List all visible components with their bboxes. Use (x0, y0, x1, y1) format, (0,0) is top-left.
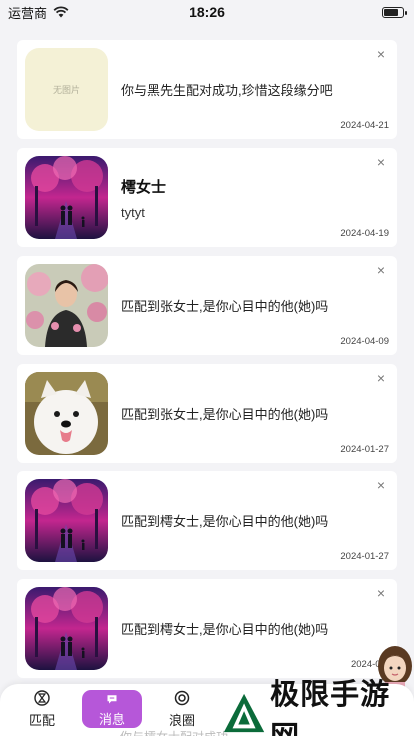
tab-circle[interactable]: 浪圈 (152, 690, 212, 730)
close-icon[interactable]: × (374, 47, 388, 61)
message-card[interactable]: 樗女士 tytyt 2024-04-19 × (17, 148, 397, 247)
message-date: 2024-04-09 (340, 336, 389, 347)
close-icon[interactable]: × (374, 155, 388, 169)
carrier-label: 运营商 (8, 5, 48, 21)
peek-message-text: 你与樗女士配对成功 (120, 728, 228, 736)
message-card[interactable]: 无图片 你与黑先生配对成功,珍惜这段缘分吧 2024-04-21 × (17, 40, 397, 139)
message-subtitle: tytyt (121, 204, 145, 220)
message-text: 你与黑先生配对成功,珍惜这段缘分吧 (121, 83, 333, 98)
status-bar: 运营商 18:26 (0, 0, 414, 24)
tab-label: 浪圈 (168, 713, 195, 728)
placeholder-label: 无图片 (52, 85, 80, 95)
woman-photo-thumbnail (25, 264, 108, 347)
message-card[interactable]: 匹配到张女士,是你心目中的他(她)吗 2024-04-09 × (17, 256, 397, 355)
close-icon[interactable]: × (374, 371, 388, 385)
image-placeholder: 无图片 (25, 48, 108, 131)
close-icon[interactable]: × (374, 586, 388, 600)
tab-label: 匹配 (28, 713, 55, 728)
message-text: 匹配到樗女士,是你心目中的他(她)吗 (121, 622, 329, 637)
close-icon[interactable]: × (374, 263, 388, 277)
chat-icon (107, 695, 117, 704)
message-date: 2024-04-19 (340, 228, 389, 239)
tab-match[interactable]: 匹配 (12, 690, 72, 730)
message-text: 匹配到张女士,是你心目中的他(她)吗 (121, 407, 329, 422)
wifi-icon (53, 6, 69, 18)
watermark-logo-icon (223, 693, 265, 733)
watermark: 极限手游网 (222, 677, 414, 736)
message-date: 2024-01-27 (340, 551, 389, 562)
message-card[interactable]: 匹配到张女士,是你心目中的他(她)吗 2024-01-27 × (17, 364, 397, 463)
message-card[interactable]: 匹配到樗女士,是你心目中的他(她)吗 2024-01- × (17, 579, 397, 678)
couple-illustration-thumbnail (25, 156, 108, 239)
message-date: 2024-01-27 (340, 444, 389, 455)
tab-messages[interactable]: 消息 (82, 690, 142, 728)
circle-icon (174, 690, 190, 706)
tab-label: 消息 (98, 712, 125, 727)
message-text: 匹配到张女士,是你心目中的他(她)吗 (121, 299, 329, 314)
watermark-text: 极限手游网 (270, 677, 391, 736)
couple-illustration-thumbnail (25, 587, 108, 670)
battery-icon (382, 6, 407, 18)
message-card[interactable]: 匹配到樗女士,是你心目中的他(她)吗 2024-01-27 × (17, 471, 397, 570)
couple-illustration-thumbnail (25, 479, 108, 562)
dog-photo-thumbnail (25, 372, 108, 455)
hourglass-icon (34, 690, 50, 706)
message-date: 2024-04-21 (340, 120, 389, 131)
close-icon[interactable]: × (374, 478, 388, 492)
message-title: 樗女士 (121, 178, 167, 196)
message-text: 匹配到樗女士,是你心目中的他(她)吗 (121, 514, 329, 529)
